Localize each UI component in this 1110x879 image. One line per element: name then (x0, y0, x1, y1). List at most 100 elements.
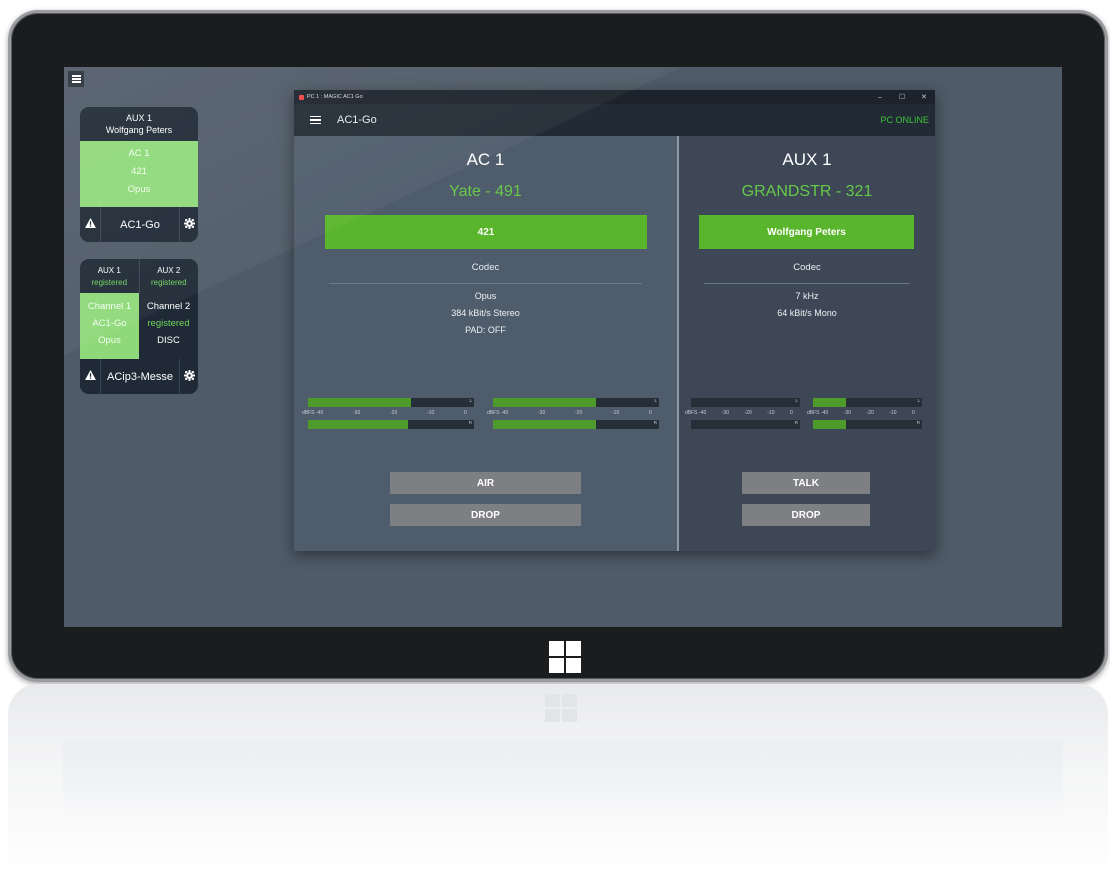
meter-tick-label: -30 (538, 410, 546, 416)
meter-tick-label: 0 (790, 410, 793, 416)
air-button[interactable]: AIR (390, 472, 581, 494)
card-ch2-status: registered (147, 318, 190, 329)
meter-track-left: L (813, 398, 922, 407)
card-aux-row: AUX 1 registered AUX 2 registered (80, 259, 198, 293)
desktop-menu-button[interactable] (68, 71, 84, 87)
channel-title: AC 1 (466, 150, 505, 169)
card-channel-row: Channel 1 AC1-Go Opus Channel 2 register… (80, 293, 198, 359)
gear-icon[interactable] (180, 369, 198, 384)
meter-fill (493, 420, 596, 429)
close-button[interactable]: ✕ (913, 93, 935, 101)
gear-icon[interactable] (180, 217, 198, 232)
meter-tick-label: -10 (889, 410, 897, 416)
app-bar: AC1-Go PC ONLINE (294, 104, 935, 136)
device-card-ac1-go[interactable]: AUX 1 Wolfgang Peters AC 1 421 Opus AC1-… (80, 107, 198, 242)
meter-tick-label: -10 (767, 410, 775, 416)
device-card-acip3-messe[interactable]: AUX 1 registered AUX 2 registered Channe… (80, 259, 198, 394)
card-channel-1[interactable]: Channel 1 AC1-Go Opus (80, 293, 139, 359)
card-channel-codec: Opus (127, 184, 151, 195)
meter-tick-label: -20 (744, 410, 752, 416)
card-channel-block[interactable]: AC 1 421 Opus (80, 141, 198, 207)
meter-tick-label: -10 (427, 410, 435, 416)
meter-tick-label: -30 (353, 410, 361, 416)
meter-channel-label: L (795, 398, 798, 403)
meter-track-right: R (813, 420, 922, 429)
maximize-button[interactable]: ☐ (891, 93, 913, 101)
minimize-button[interactable]: – (869, 94, 891, 101)
meter-tick-label: -40 (501, 410, 509, 416)
windows-logo-icon[interactable] (549, 641, 581, 673)
meter-track-left: L (493, 398, 659, 407)
meter-tick-label: -30 (843, 410, 851, 416)
meter-channel-label: R (653, 420, 657, 425)
desktop-screen: AUX 1 Wolfgang Peters AC 1 421 Opus AC1-… (64, 67, 1062, 627)
meter-fill (813, 420, 846, 429)
codec-name: Opus (474, 291, 497, 301)
card-device-name: ACip3-Messe (100, 359, 180, 394)
card-ch1-peer: AC1-Go (92, 318, 127, 329)
meter-channel-label: R (468, 420, 472, 425)
codec-rate: 64 kBit/s Mono (777, 308, 837, 318)
meter-unit-label: dBFS (685, 410, 698, 416)
drop-button[interactable]: DROP (742, 504, 870, 526)
card-ch1-codec: Opus (98, 335, 121, 346)
channel-peer-bar[interactable]: Wolfgang Peters (699, 215, 914, 249)
meter-fill (813, 398, 846, 407)
meter-tick-label: -10 (612, 410, 620, 416)
meter-tick-label: 0 (912, 410, 915, 416)
screen-reflection (63, 739, 1063, 819)
meter-channel-label: L (469, 398, 472, 403)
meter-tick-label: -20 (390, 410, 398, 416)
card-ch2-state: DISC (157, 335, 180, 346)
card-device-name: AC1-Go (100, 207, 180, 242)
meter-channel-label: L (654, 398, 657, 403)
codec-info: Opus 384 kBit/s Stereo PAD: OFF (294, 288, 677, 339)
warning-icon[interactable] (80, 218, 100, 231)
hamburger-icon[interactable] (310, 115, 321, 125)
card-aux2: AUX 2 registered (140, 259, 199, 293)
meter-tick-label: 0 (649, 410, 652, 416)
codec-name: 7 kHz (795, 291, 819, 301)
meter-channel-label: L (917, 398, 920, 403)
meter-scale: dBFS -40 -30 -20 -10 0 (302, 409, 474, 418)
codec-pad: PAD: OFF (465, 325, 506, 335)
meter-fill (308, 398, 411, 407)
meter-scale: dBFS -40 -30 -20 -10 0 (685, 409, 800, 418)
meter-tick-label: 0 (464, 410, 467, 416)
level-meter-receive: L RdBFS -40 -30 -20 -10 0 (807, 398, 922, 434)
codec-divider (704, 283, 910, 284)
window-title: PC 1 : MAGIC AC1 Go (307, 94, 363, 100)
card-aux1-status: registered (91, 278, 128, 287)
window-titlebar[interactable]: PC 1 : MAGIC AC1 Go – ☐ ✕ (294, 90, 935, 104)
meter-unit-label: dBFS (807, 410, 820, 416)
channel-pane-aux1: AUX 1 GRANDSTR - 321 Wolfgang Peters Cod… (679, 136, 935, 551)
card-aux1: AUX 1 registered (80, 259, 140, 293)
card-channel-2[interactable]: Channel 2 registered DISC (139, 293, 198, 359)
card-channel-name: AC 1 (128, 148, 150, 159)
windows-logo-reflection-icon (545, 694, 577, 722)
talk-button[interactable]: TALK (742, 472, 870, 494)
codec-label: Codec (793, 262, 821, 273)
meter-channel-label: R (794, 420, 798, 425)
meter-unit-label: dBFS (487, 410, 500, 416)
level-meter-send: L RdBFS -40 -30 -20 -10 0 (302, 398, 474, 434)
card-aux2-status: registered (150, 278, 187, 287)
meter-track-right: R (691, 420, 800, 429)
codec-label: Codec (471, 262, 500, 273)
meter-track-right: R (493, 420, 659, 429)
meter-tick-label: -40 (316, 410, 324, 416)
hamburger-icon (71, 75, 81, 83)
meter-fill (308, 420, 408, 429)
meter-tick-label: -20 (866, 410, 874, 416)
channel-pane-ac1: AC 1 Yate - 491 421 Codec Opus 384 kBit/… (294, 136, 677, 551)
drop-button[interactable]: DROP (390, 504, 581, 526)
meter-fill (493, 398, 596, 407)
card-footer: AC1-Go (80, 207, 198, 242)
card-aux1-label: AUX 1 (97, 266, 121, 275)
channel-title: AUX 1 (782, 150, 832, 169)
meter-track-left: L (691, 398, 800, 407)
meter-tick-label: -20 (575, 410, 583, 416)
channel-number-bar[interactable]: 421 (325, 215, 647, 249)
warning-icon[interactable] (80, 370, 100, 383)
level-meter-receive: L RdBFS -40 -30 -20 -10 0 (487, 398, 659, 434)
